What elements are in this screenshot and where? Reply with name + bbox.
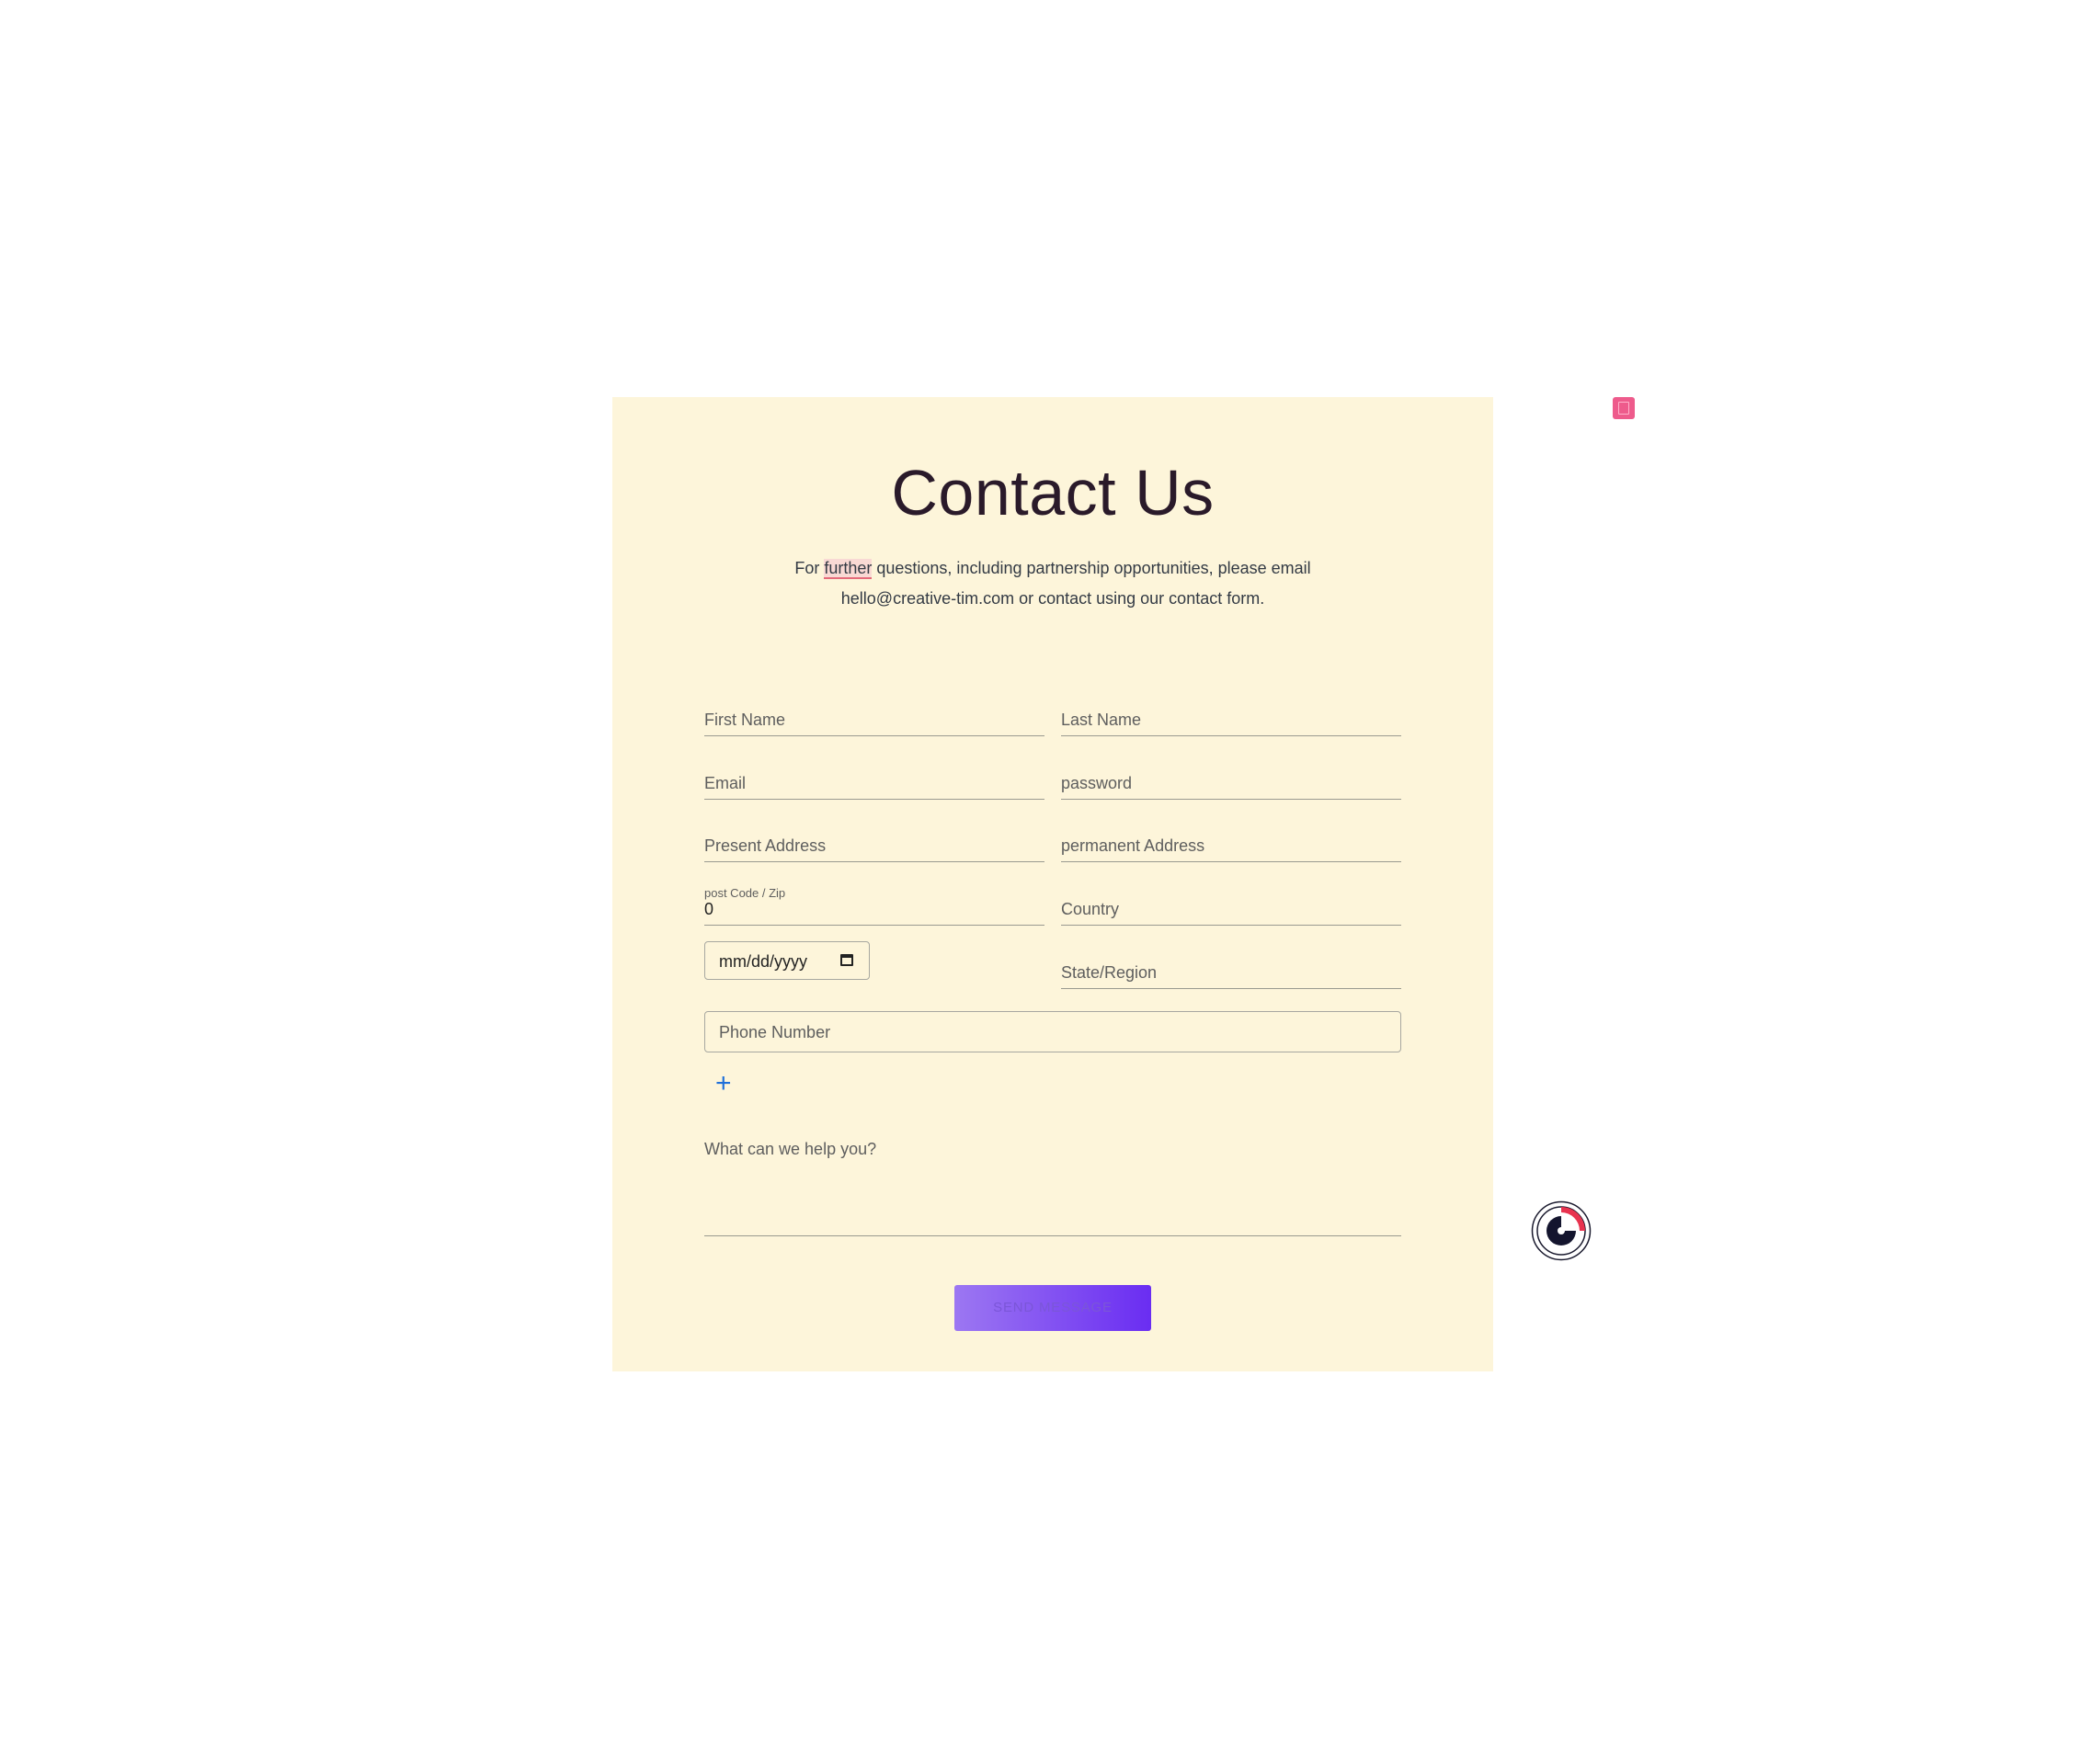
password-field[interactable]: password — [1061, 762, 1401, 800]
country-field[interactable]: Country — [1061, 888, 1401, 926]
present-address-field[interactable]: Present Address — [704, 825, 1044, 862]
permanent-address-label: permanent Address — [1061, 836, 1205, 855]
send-message-button[interactable]: SEND MESSAGE — [954, 1285, 1151, 1331]
plus-icon[interactable]: + — [715, 1070, 732, 1098]
page-subtitle: For further questions, including partner… — [777, 553, 1329, 614]
post-code-field[interactable]: post Code / Zip 0 — [704, 886, 1044, 926]
first-name-label: First Name — [704, 711, 786, 729]
page-title: Contact Us — [891, 457, 1215, 529]
contact-card: Contact Us For further questions, includ… — [612, 397, 1493, 1371]
page: Contact Us For further questions, includ… — [0, 0, 2100, 1763]
state-region-label: State/Region — [1061, 963, 1158, 982]
subtitle-text-after: questions, including partnership opportu… — [840, 559, 1311, 608]
subtitle-text-before: For — [794, 559, 825, 577]
calendar-icon[interactable] — [840, 954, 853, 966]
clipboard-icon-inner — [1618, 402, 1629, 415]
password-label: password — [1061, 774, 1133, 792]
eye-widget-svg — [1531, 1200, 1592, 1261]
email-field[interactable]: Email — [704, 762, 1044, 800]
eye-widget-icon[interactable] — [1531, 1200, 1592, 1261]
subtitle-highlight: further — [824, 559, 873, 579]
country-label: Country — [1061, 900, 1120, 918]
email-label: Email — [704, 774, 747, 792]
first-name-field[interactable]: First Name — [704, 699, 1044, 736]
present-address-label: Present Address — [704, 836, 827, 855]
message-label: What can we help you? — [704, 1140, 877, 1158]
post-code-label: post Code / Zip — [704, 886, 786, 900]
message-textarea[interactable]: What can we help you? — [704, 1140, 1401, 1236]
permanent-address-field[interactable]: permanent Address — [1061, 825, 1401, 862]
state-region-field[interactable]: State/Region — [1061, 951, 1401, 989]
date-placeholder: mm/dd/yyyy — [719, 952, 808, 971]
phone-placeholder: Phone Number — [719, 1023, 831, 1041]
clipboard-icon[interactable] — [1613, 397, 1635, 419]
phone-number-input[interactable]: Phone Number — [704, 1011, 1401, 1052]
post-code-value: 0 — [704, 900, 714, 918]
last-name-field[interactable]: Last Name — [1061, 699, 1401, 736]
date-input[interactable]: mm/dd/yyyy — [704, 941, 870, 980]
last-name-label: Last Name — [1061, 711, 1142, 729]
